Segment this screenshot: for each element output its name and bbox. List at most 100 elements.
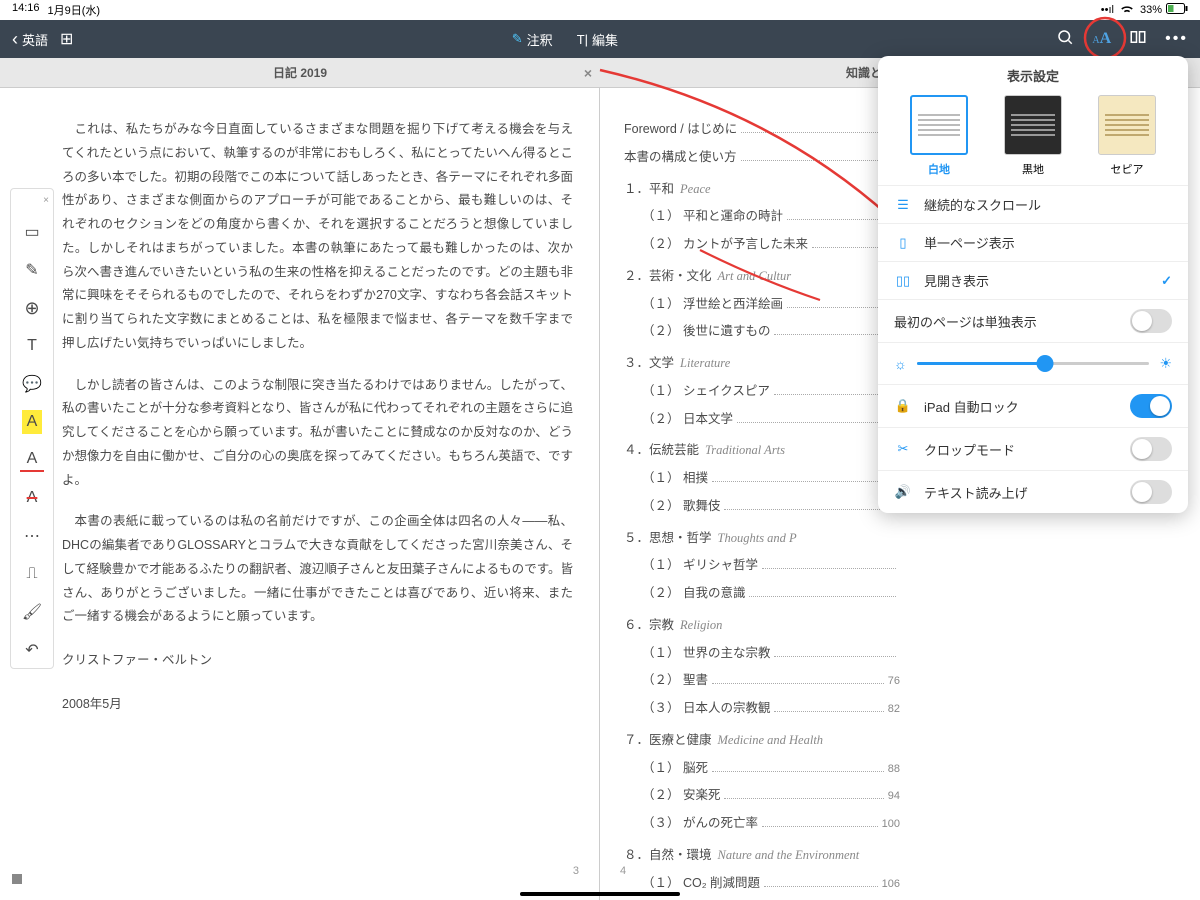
highlight-icon[interactable]: A	[22, 410, 42, 434]
popover-title: 表示設定	[878, 56, 1188, 91]
toc-entry: （３） 日本人の宗教観82	[624, 697, 900, 721]
toc-chapter: ５．思想・哲学Thoughts and P	[624, 527, 900, 551]
status-bar: 14:16 1月9日(水) ••ıl 33%	[0, 0, 1200, 20]
body-paragraph: しかし読者の皆さんは、このような制限に突き当たるわけではありません。したがって、…	[62, 374, 573, 493]
corner-indicator	[12, 874, 22, 884]
scroll-icon: ☰	[894, 196, 912, 214]
row-spread[interactable]: ▯▯ 見開き表示 ✓	[878, 261, 1188, 299]
speaker-icon: 🔊	[894, 483, 912, 501]
toc-entry: （１） 相撲	[624, 467, 900, 491]
toggle-tts[interactable]	[1130, 480, 1172, 504]
annotation-toolbar: × ▭ ✎ ⊕ T 💬 A A A ⋯ ⎍ 🖌 ↶	[10, 188, 54, 669]
text-tool-icon[interactable]: T	[20, 334, 44, 358]
row-autolock[interactable]: 🔒 iPad 自動ロック	[878, 384, 1188, 427]
toc-chapter: ３．文学Literature	[624, 352, 900, 376]
brush-icon[interactable]: 🖌	[20, 600, 44, 624]
check-icon: ✓	[1161, 273, 1172, 289]
theme-label: 黒地	[1022, 161, 1044, 177]
toc-entry: （２） 後世に遺すもの	[624, 320, 900, 344]
tab-label: 日記 2019	[273, 64, 327, 81]
theme-sepia[interactable]: セピア	[1098, 95, 1156, 177]
toc-entry: （１） 浮世絵と西洋絵画	[624, 293, 900, 317]
home-indicator[interactable]	[520, 892, 680, 896]
toc-foreword: Foreword / はじめに	[624, 118, 737, 142]
toc-entry: （２） カントが予言した未来	[624, 233, 900, 257]
undo-icon[interactable]: ↶	[20, 638, 44, 662]
row-continuous-scroll[interactable]: ☰ 継続的なスクロール	[878, 185, 1188, 223]
signature-name: クリストファー・ベルトン	[62, 649, 573, 673]
row-label: iPad 自動ロック	[924, 397, 1019, 416]
toc-entry: （１） 平和と運命の時計	[624, 205, 900, 229]
zoom-icon[interactable]: ⊕	[20, 296, 44, 320]
status-date: 1月9日(水)	[48, 2, 101, 18]
toc-chapter: ４．伝統芸能Traditional Arts	[624, 439, 900, 463]
edit-button[interactable]: T| 編集	[577, 30, 618, 49]
row-label: テキスト読み上げ	[924, 483, 1028, 502]
toggle-crop[interactable]	[1130, 437, 1172, 461]
marquee-icon[interactable]: ▭	[20, 220, 44, 244]
battery-icon	[1166, 3, 1188, 17]
row-label: クロップモード	[924, 440, 1015, 459]
strikethrough-icon[interactable]: A	[20, 486, 44, 510]
left-page: これは、私たちがみな今日直面しているさまざまな問題を掘り下げて考える機会を与えて…	[0, 88, 600, 900]
stamp-icon[interactable]: ⎍	[20, 562, 44, 586]
grid-icon[interactable]: ⊞	[60, 29, 73, 49]
page-number: 4	[620, 861, 626, 882]
row-tts[interactable]: 🔊 テキスト読み上げ	[878, 470, 1188, 513]
pen-icon[interactable]: ✎	[20, 258, 44, 282]
lock-icon: 🔒	[894, 397, 912, 415]
toc-entry: （１） ギリシャ哲学	[624, 554, 900, 578]
back-button[interactable]: ‹ 英語	[12, 29, 48, 50]
chevron-left-icon: ‹	[12, 29, 18, 50]
close-toolbar-icon[interactable]: ×	[43, 195, 49, 206]
more-icon[interactable]: •••	[1165, 30, 1188, 48]
row-label: 単一ページ表示	[924, 233, 1015, 252]
underline-icon[interactable]: A	[20, 448, 44, 472]
toc-structure: 本書の構成と使い方	[624, 146, 737, 170]
toc-entry: （１） 世界の主な宗教	[624, 642, 900, 666]
body-paragraph: 本書の表紙に載っているのは私の名前だけですが、この企画全体は四名の人々――私、D…	[62, 510, 573, 629]
top-toolbar: ‹ 英語 ⊞ ✎ 注釈 T| 編集 AA •••	[0, 20, 1200, 58]
toc-entry: （２） 歌舞伎	[624, 495, 900, 519]
toc-entry: （１） 脳死88	[624, 757, 900, 781]
toc-entry: （２） 聖書76	[624, 669, 900, 693]
toggle-first-alone[interactable]	[1130, 309, 1172, 333]
brightness-slider-row: ☼ ☀	[878, 342, 1188, 384]
comment-icon[interactable]: ⋯	[20, 524, 44, 548]
row-label: 見開き表示	[924, 271, 989, 290]
toc-entry: （１） シェイクスピア	[624, 380, 900, 404]
brightness-slider[interactable]	[917, 362, 1150, 365]
close-icon[interactable]: ×	[584, 65, 592, 81]
toc-chapter: ８．自然・環境Nature and the Environment	[624, 844, 900, 868]
edit-label: 編集	[592, 30, 618, 49]
signal-icon: ••ıl	[1101, 4, 1114, 16]
single-page-icon: ▯	[894, 234, 912, 252]
status-time: 14:16	[12, 2, 40, 18]
annotate-button[interactable]: ✎ 注釈	[512, 30, 553, 49]
toggle-autolock[interactable]	[1130, 394, 1172, 418]
row-first-alone[interactable]: 最初のページは単独表示	[878, 299, 1188, 342]
pencil-icon: ✎	[512, 31, 523, 47]
signature-date: 2008年5月	[62, 693, 573, 717]
brightness-high-icon: ☀	[1159, 355, 1172, 372]
search-icon[interactable]	[1056, 28, 1074, 51]
theme-black[interactable]: 黒地	[1004, 95, 1062, 177]
font-size-icon[interactable]: AA	[1092, 30, 1111, 48]
row-crop[interactable]: ✂ クロップモード	[878, 427, 1188, 470]
tab-diary[interactable]: 日記 2019 ×	[0, 58, 600, 87]
row-label: 継続的なスクロール	[924, 195, 1041, 214]
speech-icon[interactable]: 💬	[20, 372, 44, 396]
spread-icon: ▯▯	[894, 272, 912, 290]
body-paragraph: これは、私たちがみな今日直面しているさまざまな問題を掘り下げて考える機会を与えて…	[62, 118, 573, 356]
row-label: 最初のページは単独表示	[894, 312, 1037, 331]
annotate-label: 注釈	[527, 30, 553, 49]
book-icon[interactable]	[1129, 28, 1147, 51]
toc-entry: （３） がんの死亡率100	[624, 812, 900, 836]
wifi-icon	[1118, 0, 1136, 21]
toc-entry: （２） 安楽死94	[624, 784, 900, 808]
brightness-low-icon: ☼	[894, 356, 907, 372]
row-single-page[interactable]: ▯ 単一ページ表示	[878, 223, 1188, 261]
toc-chapter: ７．医療と健康Medicine and Health	[624, 729, 900, 753]
theme-white[interactable]: 白地	[910, 95, 968, 177]
toc-chapter: ６．宗教Religion	[624, 614, 900, 638]
